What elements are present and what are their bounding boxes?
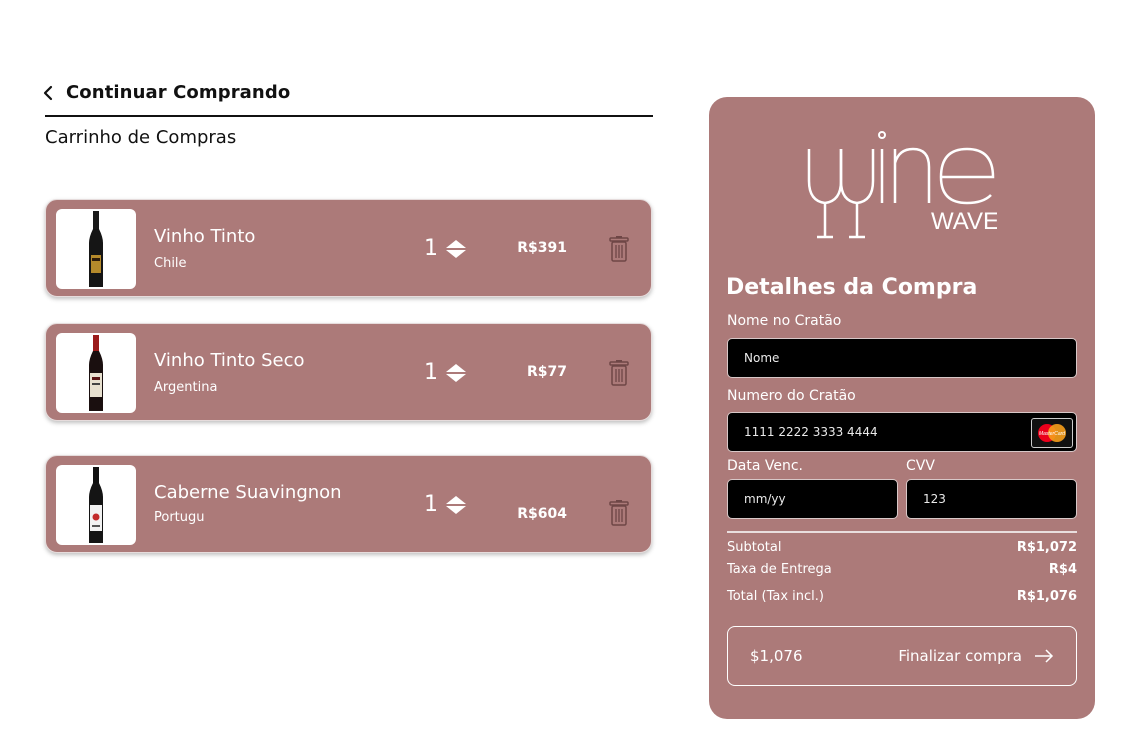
wine-bottle-image: [56, 333, 136, 413]
total-value: R$1,076: [1016, 589, 1077, 604]
header-divider: [45, 115, 653, 117]
trash-icon[interactable]: [609, 360, 629, 386]
total-label: Total (Tax incl.): [727, 589, 824, 604]
total-row: Total (Tax incl.) R$1,076: [727, 589, 1077, 604]
item-price: R$604: [517, 506, 567, 522]
item-name: Vinho Tinto: [154, 226, 256, 247]
finalize-purchase-button[interactable]: $1,076 Finalizar compra: [727, 626, 1077, 686]
checkout-panel: WAVE Detalhes da Compra Nome no Cratão N…: [709, 97, 1095, 719]
continue-shopping-label: Continuar Comprando: [66, 82, 291, 103]
name-label: Nome no Cratão: [727, 313, 842, 329]
subtotal-label: Subtotal: [727, 540, 782, 555]
button-label: Finalizar compra: [898, 647, 1022, 665]
shipping-row: Taxa de Entrega R$4: [727, 562, 1077, 577]
wine-wave-logo: WAVE: [807, 131, 997, 239]
quantity-value: 1: [424, 492, 438, 517]
trash-icon[interactable]: [609, 500, 629, 526]
details-title: Detalhes da Compra: [726, 275, 978, 300]
shipping-value: R$4: [1048, 562, 1077, 577]
cart-title: Carrinho de Compras: [45, 127, 237, 148]
item-origin: Argentina: [154, 380, 218, 395]
quantity-arrows[interactable]: [446, 363, 466, 382]
chevron-left-icon: [43, 85, 53, 100]
increment-arrow-icon[interactable]: [446, 363, 466, 372]
decrement-arrow-icon[interactable]: [446, 505, 466, 514]
decrement-arrow-icon[interactable]: [446, 373, 466, 382]
mastercard-icon: MasterCard: [1031, 418, 1073, 448]
item-name: Caberne Suavingnon: [154, 482, 342, 503]
trash-icon[interactable]: [609, 236, 629, 262]
subtotal-row: Subtotal R$1,072: [727, 540, 1077, 555]
item-origin: Chile: [154, 256, 187, 271]
cart-item: Vinho Tinto Seco Argentina 1 R$77: [45, 323, 652, 421]
arrow-right-icon: [1035, 649, 1054, 663]
shipping-label: Taxa de Entrega: [727, 562, 832, 577]
quantity-value: 1: [424, 236, 438, 261]
item-price: R$391: [517, 240, 567, 256]
expiry-input[interactable]: [727, 479, 898, 519]
cart-item: Caberne Suavingnon Portugu 1 R$604: [45, 455, 652, 553]
subtotal-value: R$1,072: [1016, 540, 1077, 555]
cvv-input[interactable]: [906, 479, 1077, 519]
cvv-label: CVV: [906, 458, 935, 474]
logo-wave-text: WAVE: [931, 208, 997, 235]
cart-item: Vinho Tinto Chile 1 R$391: [45, 199, 652, 297]
cardholder-name-input[interactable]: [727, 338, 1077, 378]
item-price: R$77: [526, 364, 567, 380]
button-amount: $1,076: [750, 647, 803, 665]
summary-divider: [727, 531, 1077, 533]
quantity-stepper: 1: [424, 492, 466, 517]
quantity-stepper: 1: [424, 236, 466, 261]
item-origin: Portugu: [154, 510, 205, 525]
quantity-stepper: 1: [424, 360, 466, 385]
item-name: Vinho Tinto Seco: [154, 350, 305, 371]
card-number-label: Numero do Cratão: [727, 388, 856, 404]
increment-arrow-icon[interactable]: [446, 495, 466, 504]
quantity-arrows[interactable]: [446, 239, 466, 258]
expiry-label: Data Venc.: [727, 458, 804, 474]
wine-bottle-image: [56, 465, 136, 545]
decrement-arrow-icon[interactable]: [446, 249, 466, 258]
wine-bottle-image: [56, 209, 136, 289]
quantity-arrows[interactable]: [446, 495, 466, 514]
continue-shopping-link[interactable]: Continuar Comprando: [40, 82, 290, 103]
increment-arrow-icon[interactable]: [446, 239, 466, 248]
card-number-input[interactable]: [727, 412, 1077, 452]
quantity-value: 1: [424, 360, 438, 385]
card-brand-text: MasterCard: [1039, 431, 1065, 437]
